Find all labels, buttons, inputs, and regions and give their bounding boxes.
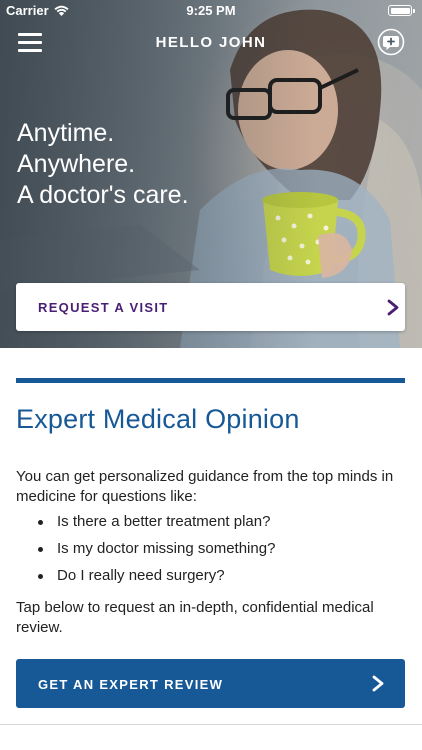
expert-review-label: GET AN EXPERT REVIEW xyxy=(38,677,224,692)
chevron-right-icon xyxy=(372,675,384,692)
chat-plus-icon[interactable] xyxy=(377,28,405,56)
status-time: 9:25 PM xyxy=(186,3,236,18)
headline-line-2: Anywhere. xyxy=(17,150,136,178)
request-visit-button[interactable]: REQUEST A VISIT xyxy=(16,283,405,331)
headline-line-1: Anytime. xyxy=(17,119,115,147)
list-item: Do I really need surgery? xyxy=(16,566,406,593)
outro-paragraph: Tap below to request an in-depth, confid… xyxy=(16,599,374,636)
bottom-divider xyxy=(0,724,422,725)
list-item: Is my doctor missing something? xyxy=(16,539,406,566)
chevron-right-icon xyxy=(387,299,399,316)
navigation-bar: HELLO JOHN xyxy=(0,22,422,62)
status-bar: Carrier 9:25 PM xyxy=(0,0,422,22)
headline-line-3: A doctor's care. xyxy=(17,181,189,209)
hero-banner: Carrier 9:25 PM HELLO JOHN Anytime. Anyw… xyxy=(0,0,422,348)
list-item: Is there a better treatment plan? xyxy=(16,512,406,539)
battery-icon xyxy=(388,5,415,16)
nav-title: HELLO JOHN xyxy=(155,34,267,51)
section-title: Expert Medical Opinion xyxy=(16,404,300,434)
request-visit-label: REQUEST A VISIT xyxy=(38,300,169,315)
hero-headline: Anytime. Anywhere. A doctor's care. xyxy=(17,118,277,211)
question-list: Is there a better treatment plan? Is my … xyxy=(16,512,406,593)
section-divider xyxy=(16,378,405,383)
expert-review-button[interactable]: GET AN EXPERT REVIEW xyxy=(16,659,405,708)
intro-paragraph: You can get personalized guidance from t… xyxy=(16,468,394,505)
